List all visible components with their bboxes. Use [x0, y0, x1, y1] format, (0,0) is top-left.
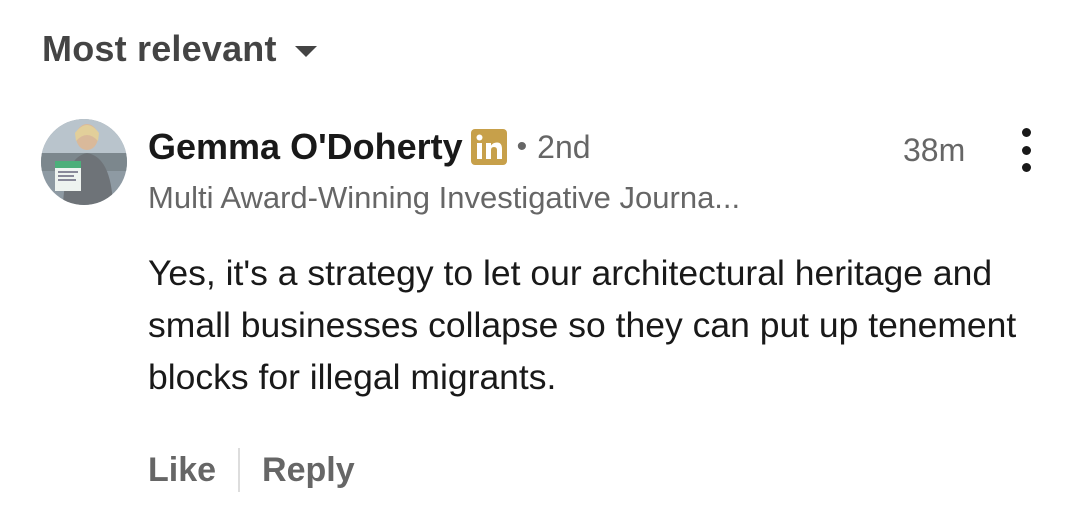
like-button[interactable]: Like [148, 451, 216, 490]
sort-dropdown[interactable]: Most relevant [42, 28, 317, 70]
sort-label: Most relevant [42, 28, 277, 69]
action-divider [238, 448, 241, 492]
more-dot [1021, 128, 1031, 137]
comment-text: Yes, it's a strategy to let our architec… [148, 253, 1017, 397]
avatar[interactable] [41, 119, 127, 205]
connection-degree: 2nd [537, 128, 591, 165]
comment-timestamp: 38m [903, 132, 966, 168]
avatar-photo [41, 119, 127, 205]
more-options-icon[interactable] [1008, 128, 1044, 172]
comment-actions: Like Reply [148, 448, 355, 492]
author-name[interactable]: Gemma O'Doherty [148, 126, 463, 168]
more-dot [1021, 163, 1031, 172]
caret-down-icon [294, 45, 317, 57]
linkedin-premium-icon [470, 129, 507, 165]
reply-button[interactable]: Reply [262, 451, 355, 490]
comment-header: Gemma O'Doherty • 2nd [148, 126, 591, 168]
separator-dot: • [516, 130, 528, 163]
author-headline: Multi Award-Winning Investigative Journa… [148, 180, 741, 215]
more-dot [1021, 145, 1031, 155]
